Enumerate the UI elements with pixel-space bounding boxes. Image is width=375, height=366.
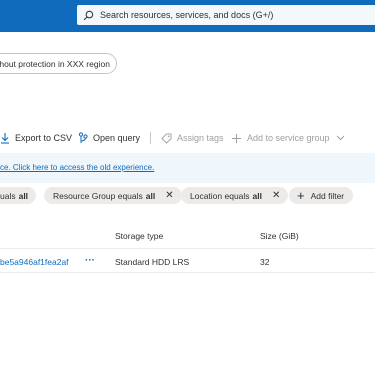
filter-chip-resource-group[interactable]: Resource Group equals all ✕ — [44, 187, 182, 204]
storage-type-cell: Standard HDD LRS — [115, 257, 190, 267]
filter-chip-location[interactable]: Location equals all ✕ — [181, 187, 289, 204]
column-header-storage-type[interactable]: Storage type — [115, 231, 163, 241]
old-experience-banner: ce. Click here to access the old experie… — [0, 153, 375, 183]
close-icon[interactable]: ✕ — [165, 190, 173, 201]
filter-chip-label: uals — [0, 190, 16, 201]
open-query-button[interactable]: Open query — [78, 129, 140, 147]
column-header-size[interactable]: Size (GiB) — [260, 231, 299, 241]
filter-chip-label: Location equals — [190, 190, 250, 201]
header-divider — [0, 248, 375, 249]
filter-chip-value: all — [252, 190, 262, 201]
tag-icon — [161, 132, 172, 144]
query-icon — [78, 132, 88, 143]
add-filter-label: Add filter — [310, 190, 345, 201]
export-csv-label: Export to CSV — [15, 133, 73, 143]
plus-icon — [231, 133, 242, 143]
more-actions-icon[interactable]: ··· — [85, 255, 95, 266]
top-bar: Search resources, services, and docs (G+… — [0, 0, 375, 32]
add-service-group-button[interactable]: Add to service group — [231, 129, 345, 147]
add-filter-button[interactable]: + Add filter — [289, 187, 354, 204]
plus-icon: + — [297, 187, 305, 203]
filter-chip-value: all — [18, 190, 29, 201]
add-service-group-label: Add to service group — [247, 133, 330, 143]
recommendation-pill-label: thout protection in XXX region — [0, 58, 110, 69]
close-icon[interactable]: ✕ — [272, 190, 280, 201]
filter-chip-subscription[interactable]: uals all — [0, 187, 37, 204]
search-placeholder: Search resources, services, and docs (G+… — [100, 10, 274, 20]
search-icon — [83, 10, 94, 20]
row-divider — [0, 272, 375, 273]
filter-chip-value: all — [145, 190, 156, 201]
chevron-down-icon — [336, 135, 344, 141]
old-experience-link[interactable]: ce. Click here to access the old experie… — [0, 163, 154, 172]
assign-tags-label: Assign tags — [177, 133, 224, 143]
export-csv-button[interactable]: Export to CSV — [0, 129, 72, 147]
download-icon — [1, 133, 9, 144]
assign-tags-button[interactable]: Assign tags — [161, 129, 224, 147]
toolbar-divider — [150, 132, 151, 144]
recommendation-pill[interactable]: thout protection in XXX region — [0, 53, 117, 74]
filter-chip-label: Resource Group equals — [53, 190, 143, 201]
size-cell: 32 — [260, 257, 270, 267]
resource-name-link[interactable]: be5a946af1fea2af — [0, 257, 69, 267]
global-search-box[interactable]: Search resources, services, and docs (G+… — [77, 5, 375, 25]
open-query-label: Open query — [93, 133, 141, 143]
